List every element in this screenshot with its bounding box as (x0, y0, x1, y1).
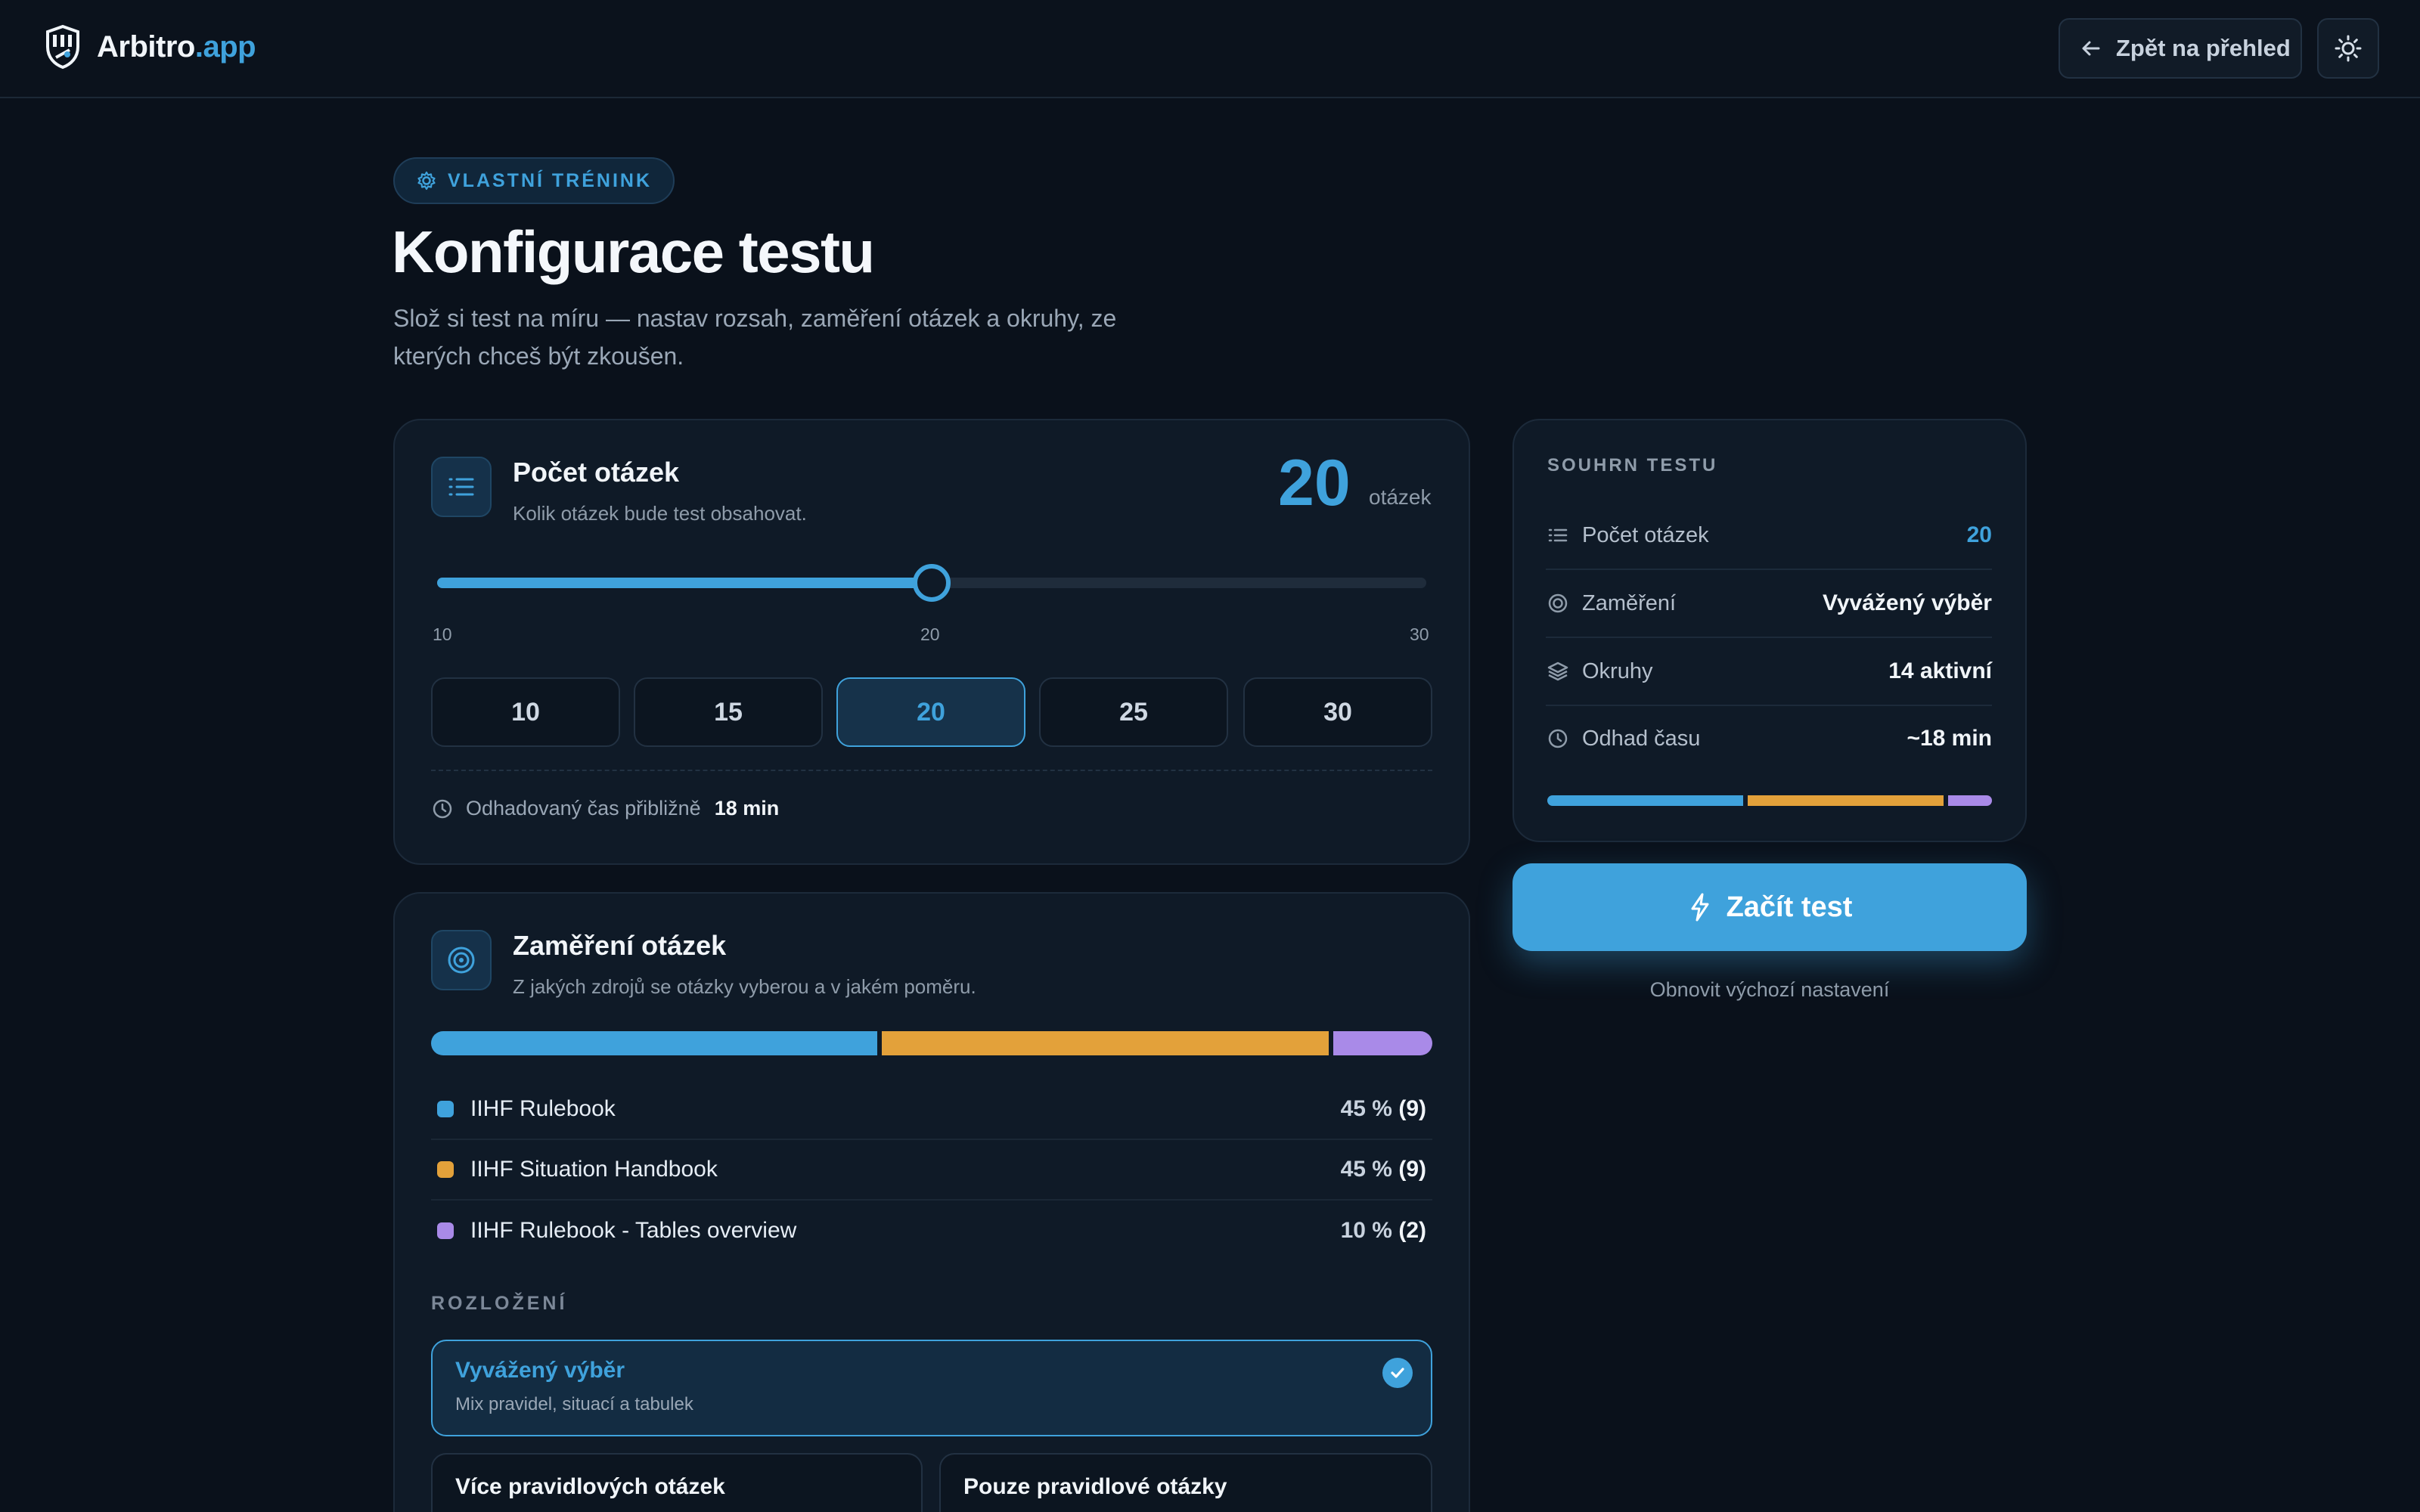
summary-value: ~18 min (1907, 726, 1992, 751)
question-focus-subtitle: Z jakých zdrojů se otázky vyberou a v ja… (513, 975, 976, 998)
option-rules-only[interactable]: Pouze pravidlové otázky (939, 1453, 1432, 1512)
layers-icon (1546, 659, 1570, 683)
source-name: IIHF Rulebook (470, 1096, 616, 1121)
list-icon (1546, 523, 1570, 547)
source-color-dot (437, 1222, 454, 1239)
summary-key: Odhad času (1582, 726, 1701, 751)
summary-mix-segment (1547, 795, 1744, 806)
source-mix-bar (431, 1031, 1432, 1055)
logo[interactable]: Arbitro.app (44, 24, 256, 70)
summary-row-topics: Okruhy 14 aktivní (1546, 638, 1992, 706)
slider-min-label: 10 (433, 624, 452, 644)
page-subtitle: Slož si test na míru — nastav rozsah, za… (393, 305, 1117, 370)
divider (431, 770, 1432, 771)
summary-value: 20 (1966, 522, 1992, 547)
slider-fill (437, 578, 932, 588)
source-color-dot (437, 1161, 454, 1178)
target-icon (1546, 591, 1570, 615)
start-test-button[interactable]: Začít test (1512, 863, 2027, 951)
question-focus-title: Zaměření otázek (513, 930, 727, 961)
source-row: IIHF Rulebook - Tables overview 10 % (2) (431, 1201, 1432, 1261)
top-bar: Arbitro.app Zpět na přehled (0, 0, 2420, 98)
summary-mix-bar (1547, 795, 1992, 806)
layout-section-label: ROZLOŽENÍ (431, 1293, 568, 1314)
summary-key: Zaměření (1582, 590, 1677, 615)
page-title: Konfigurace testu (392, 218, 875, 285)
option-more-rules[interactable]: Více pravidlových otázek (431, 1453, 923, 1512)
summary-row-focus: Zaměření Vyvážený výběr (1546, 570, 1992, 638)
sun-icon (2335, 35, 2362, 62)
summary-row-time: Odhad času ~18 min (1546, 705, 1992, 773)
list-icon-box (431, 457, 492, 517)
option-title: Pouze pravidlové otázky (963, 1474, 1227, 1499)
reset-defaults-link[interactable]: Obnovit výchozí nastavení (1512, 978, 2027, 1002)
back-button-label: Zpět na přehled (2116, 35, 2291, 61)
time-estimate: Odhadovaný čas přibližně 18 min (431, 797, 779, 820)
logo-text: Arbitro.app (97, 29, 256, 64)
theme-toggle-button[interactable] (2317, 18, 2379, 79)
question-count-unit: otázek (1369, 485, 1432, 509)
source-color-dot (437, 1101, 454, 1117)
source-name: IIHF Rulebook - Tables overview (470, 1218, 797, 1243)
slider-max-label: 30 (1410, 624, 1429, 644)
slider-mid-label: 20 (920, 624, 940, 644)
preset-15-button[interactable]: 15 (634, 677, 823, 747)
estimate-value: 18 min (714, 797, 780, 820)
source-row: IIHF Situation Handbook 45 % (9) (431, 1140, 1432, 1201)
mix-segment-situation-handbook (882, 1031, 1329, 1055)
list-icon (448, 478, 474, 496)
source-name: IIHF Situation Handbook (470, 1157, 718, 1182)
clock-icon (1546, 727, 1570, 751)
target-icon-box (431, 930, 492, 990)
option-balanced[interactable]: Vyvážený výběr Mix pravidel, situací a t… (431, 1340, 1432, 1436)
badge-label: VLASTNÍ TRÉNINK (448, 169, 652, 191)
preset-30-button[interactable]: 30 (1243, 677, 1432, 747)
gear-icon (417, 171, 436, 191)
mix-segment-rulebook (431, 1031, 878, 1055)
referee-shield-icon (46, 24, 79, 70)
lightning-icon (1691, 893, 1709, 922)
summary-mix-segment (1948, 795, 1992, 806)
source-share: 45 % (9) (1340, 1096, 1426, 1121)
preset-25-button[interactable]: 25 (1039, 677, 1228, 747)
source-row: IIHF Rulebook 45 % (9) (431, 1080, 1432, 1140)
check-icon (1382, 1358, 1413, 1388)
start-test-label: Začít test (1726, 891, 1853, 923)
question-count-value: 20 (1278, 447, 1351, 519)
option-description: Mix pravidel, situací a tabulek (455, 1394, 693, 1414)
question-count-subtitle: Kolik otázek bude test obsahovat. (513, 502, 807, 525)
estimate-label: Odhadovaný čas přibližně (466, 797, 701, 820)
summary-label: SOUHRN TESTU (1547, 455, 1718, 476)
arrow-left-icon (2082, 41, 2100, 56)
back-to-overview-button[interactable]: Zpět na přehled (2059, 18, 2302, 79)
summary-value: 14 aktivní (1888, 658, 1992, 683)
summary-key: Okruhy (1582, 658, 1653, 683)
summary-key: Počet otázek (1582, 522, 1709, 547)
summary-row-count: Počet otázek 20 (1546, 502, 1992, 570)
slider-handle[interactable] (913, 564, 951, 602)
clock-icon (433, 799, 452, 818)
question-count-title: Počet otázek (513, 457, 680, 488)
summary-mix-segment (1748, 795, 1944, 806)
preset-10-button[interactable]: 10 (431, 677, 620, 747)
custom-training-badge: VLASTNÍ TRÉNINK (393, 157, 675, 204)
mix-segment-tables-overview (1333, 1031, 1432, 1055)
preset-20-button[interactable]: 20 (836, 677, 1025, 747)
option-title: Více pravidlových otázek (455, 1474, 725, 1499)
source-share: 10 % (2) (1340, 1218, 1426, 1243)
source-share: 45 % (9) (1340, 1157, 1426, 1182)
summary-value: Vyvážený výběr (1822, 590, 1992, 615)
option-title: Vyvážený výběr (455, 1358, 625, 1383)
target-icon (448, 947, 475, 974)
